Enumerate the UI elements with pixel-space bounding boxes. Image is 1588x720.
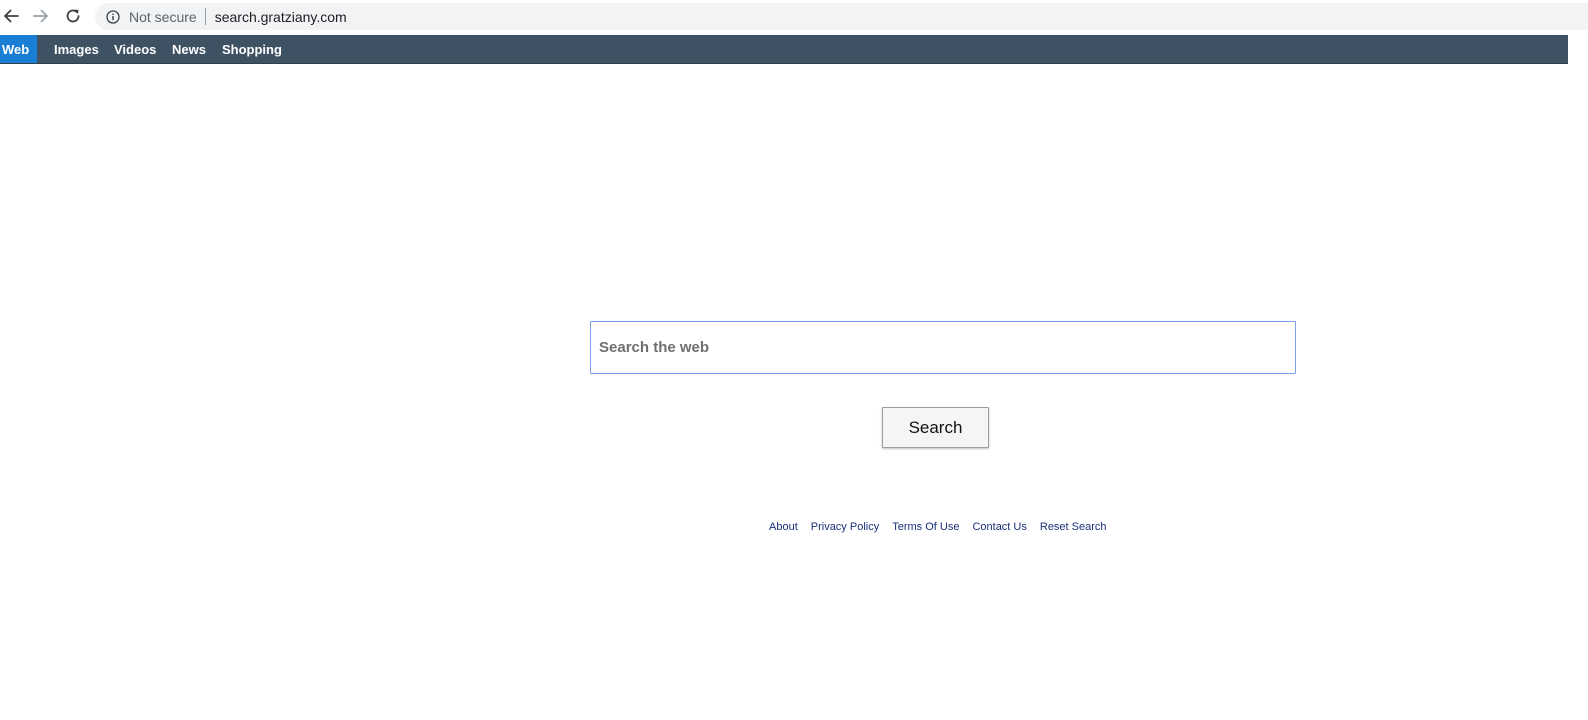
footer-link-contact-us[interactable]: Contact Us (972, 521, 1026, 537)
reload-icon (66, 9, 80, 23)
address-bar[interactable]: Not secure search.gratziany.com (95, 3, 1588, 30)
security-label[interactable]: Not secure (129, 9, 197, 25)
footer-links: About Privacy Policy Terms Of Use Contac… (769, 521, 1107, 537)
search-input[interactable] (590, 321, 1296, 374)
forward-arrow-icon (33, 9, 48, 23)
footer-link-terms-of-use[interactable]: Terms Of Use (892, 521, 959, 537)
tab-shopping[interactable]: Shopping (222, 35, 282, 63)
search-button[interactable]: Search (882, 407, 989, 448)
reload-button[interactable] (62, 5, 84, 27)
footer-link-about[interactable]: About (769, 521, 798, 537)
back-arrow-icon (4, 9, 19, 23)
info-icon[interactable] (105, 9, 121, 25)
browser-toolbar: Not secure search.gratziany.com (0, 0, 1588, 34)
tab-news[interactable]: News (172, 35, 206, 63)
footer-link-reset-search[interactable]: Reset Search (1040, 521, 1107, 537)
omnibox-divider (204, 8, 206, 25)
search-type-nav: Web Images Videos News Shopping (0, 35, 1568, 64)
back-button[interactable] (0, 5, 22, 27)
url-text[interactable]: search.gratziany.com (215, 9, 347, 25)
tab-images[interactable]: Images (54, 35, 99, 63)
tab-videos[interactable]: Videos (114, 35, 156, 63)
forward-button[interactable] (30, 5, 52, 27)
tab-web[interactable]: Web (0, 35, 37, 63)
footer-link-privacy-policy[interactable]: Privacy Policy (811, 521, 879, 537)
